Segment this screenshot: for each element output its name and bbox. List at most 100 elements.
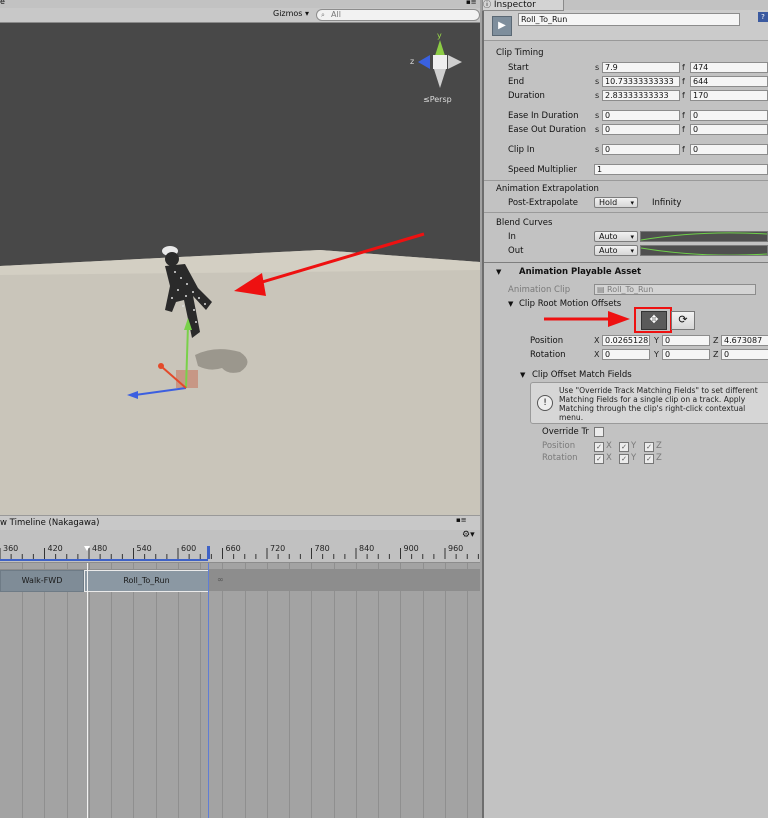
timeline-track-area[interactable]: Walk-FWD Roll_To_Run ∞	[0, 563, 480, 818]
playhead-line[interactable]	[87, 563, 88, 818]
axis-x-label: X	[594, 350, 600, 359]
axis-y-label: y	[437, 31, 442, 40]
ruler-tick-label: 360	[3, 544, 19, 553]
triangle-down-icon[interactable]: ▼	[508, 300, 513, 308]
help-text: Use "Override Track Matching Fields" to …	[559, 386, 758, 422]
frames-field[interactable]: 0	[690, 124, 768, 135]
blend-in-curve[interactable]	[640, 231, 768, 242]
grid-line	[244, 563, 246, 818]
post-extrapolate-extra: Infinity	[652, 198, 682, 208]
triangle-down-icon[interactable]: ▼	[496, 268, 501, 276]
timing-row-label: Ease In Duration	[508, 111, 579, 121]
ruler-tick-label: 480	[92, 544, 108, 553]
frames-unit-label: f	[682, 125, 685, 134]
timing-row-label: Ease Out Duration	[508, 125, 586, 135]
post-extrapolate-dropdown[interactable]: Hold	[594, 197, 638, 208]
scene-view[interactable]: y z ≤Persp	[0, 0, 480, 515]
match-rotation-y-checkbox[interactable]: ✓	[619, 454, 629, 464]
seconds-field[interactable]: 0	[602, 124, 680, 135]
frames-field[interactable]: 474	[690, 62, 768, 73]
scene-search-input[interactable]: ⌕ All	[316, 9, 480, 21]
grid-line	[355, 563, 357, 818]
grid-line	[111, 563, 112, 818]
grid-line	[378, 563, 379, 818]
persp-toggle[interactable]: ≤Persp	[423, 95, 452, 104]
frames-field[interactable]: 0	[690, 144, 768, 155]
timeline-tab[interactable]: w Timeline (Nakagawa) ▪≡	[0, 515, 480, 531]
triangle-down-icon[interactable]: ▼	[520, 371, 525, 379]
playable-asset-title: Animation Playable Asset	[519, 267, 642, 277]
offset-rotation-z[interactable]: 0	[721, 349, 768, 360]
timing-row-label: Clip In	[508, 145, 535, 155]
timing-row-label: Duration	[508, 91, 545, 101]
seconds-unit-label: s	[595, 111, 600, 120]
offset-position-x[interactable]: 0.0265128	[602, 335, 650, 346]
info-icon: ⓘ	[483, 0, 491, 9]
timing-row-label: End	[508, 77, 525, 87]
gear-icon[interactable]: ⚙▾	[462, 530, 475, 540]
ruler-tick-label: 900	[403, 544, 419, 553]
seconds-field[interactable]: 10.73333333333	[602, 76, 680, 87]
offset-position-z[interactable]: 4.673087	[721, 335, 768, 346]
match-position-x-checkbox[interactable]: ✓	[594, 442, 604, 452]
axis-label: X	[606, 441, 612, 451]
frames-field[interactable]: 170	[690, 90, 768, 101]
offset-rotation-y[interactable]: 0	[662, 349, 710, 360]
match-rotation-z-checkbox[interactable]: ✓	[644, 454, 654, 464]
lock-icon[interactable]: ▪≡	[466, 0, 477, 6]
blend-out-curve[interactable]	[640, 245, 768, 256]
grid-line	[422, 563, 424, 818]
seconds-unit-label: s	[595, 145, 600, 154]
help-book-icon[interactable]: ?	[758, 12, 768, 22]
clip-roll-to-run[interactable]: Roll_To_Run	[84, 570, 209, 592]
timeline-ruler[interactable]: ⚙▾ 360 420 480 540 600 660 720 780 840 900 960	[0, 530, 480, 563]
frames-field[interactable]: 0	[690, 110, 768, 121]
inspector-tab[interactable]: ⓘ Inspector	[482, 0, 564, 11]
frames-unit-label: f	[682, 91, 685, 100]
help-box: ! Use "Override Track Matching Fields" t…	[530, 382, 768, 424]
match-position-y-checkbox[interactable]: ✓	[619, 442, 629, 452]
axis-z-label: Z	[713, 336, 719, 345]
blend-in-label: In	[508, 232, 516, 242]
offset-position-label: Position	[530, 336, 564, 346]
axis-y-label: Y	[654, 336, 659, 345]
frames-field[interactable]: 644	[690, 76, 768, 87]
match-rotation-x-checkbox[interactable]: ✓	[594, 454, 604, 464]
clip-walk-fwd[interactable]: Walk-FWD	[0, 570, 84, 592]
blend-in-dropdown[interactable]: Auto	[594, 231, 638, 242]
animation-clip-field[interactable]: ▤ Roll_To_Run	[594, 284, 756, 295]
blend-out-dropdown[interactable]: Auto	[594, 245, 638, 256]
grid-line	[133, 563, 135, 818]
seconds-field[interactable]: 0	[602, 110, 680, 121]
object-name-field[interactable]: Roll_To_Run	[518, 13, 740, 26]
grid-line	[222, 563, 224, 818]
lock-icon[interactable]: ▪≡	[456, 516, 467, 524]
gizmos-dropdown[interactable]: Gizmos ▾	[273, 8, 309, 20]
move-icon: ✥	[649, 313, 659, 326]
axis-label: Y	[631, 441, 637, 451]
extrapolation-title: Animation Extrapolation	[496, 184, 599, 194]
end-marker-line	[208, 563, 209, 818]
offset-position-y[interactable]: 0	[662, 335, 710, 346]
move-tool-button[interactable]: ✥	[641, 311, 667, 330]
seconds-field[interactable]: 2.83333333333	[602, 90, 680, 101]
inspector-tab-label: Inspector	[493, 0, 536, 10]
seconds-field[interactable]: 7.9	[602, 62, 680, 73]
axis-z-label: z	[410, 57, 415, 66]
annotation-arrow-inspector	[544, 311, 630, 327]
grid-line	[44, 563, 46, 818]
override-checkbox[interactable]	[594, 427, 604, 437]
speed-multiplier-field[interactable]: 1	[594, 164, 768, 175]
rotate-tool-button[interactable]: ⟳	[671, 311, 695, 330]
scene-viewport[interactable]	[0, 0, 480, 515]
seconds-field[interactable]: 0	[602, 144, 680, 155]
refresh-icon: ⟳	[678, 313, 688, 326]
divider	[484, 180, 768, 181]
offset-rotation-x[interactable]: 0	[602, 349, 650, 360]
clip-link-icon: ∞	[217, 575, 224, 584]
ruler-tick-label: 780	[314, 544, 330, 553]
match-position-z-checkbox[interactable]: ✓	[644, 442, 654, 452]
timeline-title: w Timeline (Nakagawa)	[0, 518, 100, 528]
grid-line	[88, 563, 90, 818]
blend-out-label: Out	[508, 246, 524, 256]
